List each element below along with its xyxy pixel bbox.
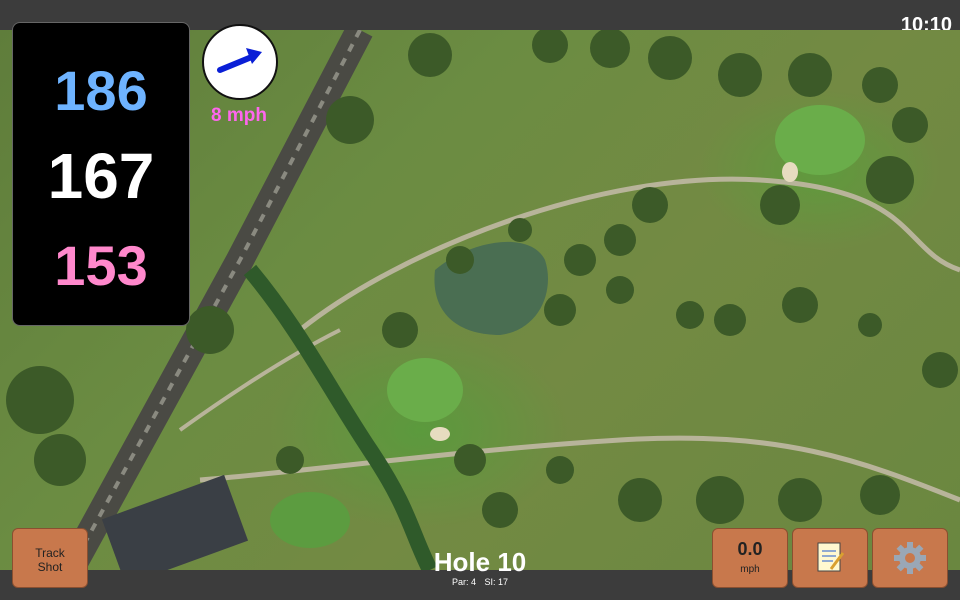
distance-panel: 186 167 153	[12, 22, 190, 326]
settings-button[interactable]	[872, 528, 948, 588]
si-label: SI: 17	[484, 577, 509, 587]
wind-arrow-icon	[217, 48, 262, 73]
speed-value: 0.0	[737, 539, 763, 559]
speed-button[interactable]: 0.0 mph	[712, 528, 788, 588]
distance-middle: 167	[47, 140, 155, 212]
hole-info: Hole 10 Par: 4 SI: 17	[380, 548, 580, 588]
track-shot-label-line2: Shot	[37, 560, 63, 574]
hole-title: Hole 10	[433, 547, 527, 577]
speed-unit: mph	[740, 564, 760, 575]
bunker	[430, 427, 450, 441]
green	[387, 358, 463, 422]
notepad-icon	[817, 542, 845, 572]
gear-icon	[894, 542, 926, 574]
track-shot-label-line1: Track	[35, 546, 65, 560]
wind-direction-indicator	[202, 24, 278, 100]
notes-button[interactable]	[792, 528, 868, 588]
bunker	[782, 162, 798, 182]
wind-speed-label: 8 mph	[211, 105, 267, 126]
distance-back: 186	[54, 59, 148, 122]
par-label: Par: 4	[451, 577, 476, 587]
cart-path	[298, 176, 960, 332]
track-shot-button[interactable]: Track Shot	[12, 528, 88, 588]
distance-front: 153	[54, 234, 148, 297]
